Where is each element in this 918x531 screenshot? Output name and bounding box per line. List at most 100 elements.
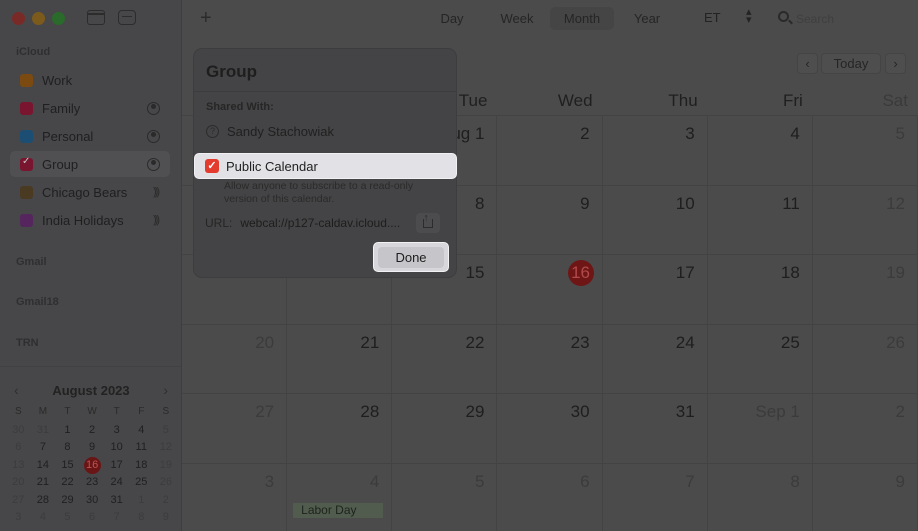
calendar-color-checkbox[interactable] [20, 101, 33, 115]
minimize-window-button[interactable] [32, 12, 45, 25]
day-cell[interactable]: 3 [182, 463, 288, 531]
mini-calendar-day[interactable]: 26 [154, 474, 179, 491]
mini-calendar-day[interactable]: 30 [6, 422, 31, 439]
public-calendar-option[interactable]: ✓ Public Calendar [194, 153, 457, 179]
mini-calendar-day[interactable]: 12 [154, 439, 179, 456]
sidebar-calendar-group[interactable]: ✓ Group [10, 151, 170, 177]
search-input[interactable] [796, 9, 906, 29]
timezone-stepper[interactable]: ▴ ▾ [746, 7, 752, 26]
calendar-color-checkbox[interactable] [20, 213, 33, 227]
mini-calendar-day[interactable]: 14 [31, 457, 56, 474]
share-url-button[interactable] [416, 212, 441, 233]
day-cell[interactable]: 2 [812, 394, 918, 464]
calendar-color-checkbox[interactable] [20, 129, 33, 143]
mini-calendar-day[interactable]: 31 [104, 492, 129, 509]
day-cell[interactable]: 5 [812, 116, 918, 186]
mini-calendar-day[interactable]: 8 [55, 439, 80, 456]
day-cell[interactable]: 10 [602, 185, 708, 255]
mini-calendar-day[interactable]: 22 [55, 474, 80, 491]
mini-calendar-day[interactable]: 30 [80, 492, 105, 509]
previous-month-button[interactable]: ‹ [797, 53, 818, 74]
mini-calendar-day[interactable]: 24 [104, 474, 129, 491]
mini-calendar-day[interactable]: 1 [129, 492, 154, 509]
done-button[interactable]: Done [378, 246, 444, 268]
mini-calendar-day[interactable]: 10 [104, 439, 129, 456]
day-cell[interactable]: 16 [497, 255, 603, 325]
sidebar-calendar-work[interactable]: Work [10, 67, 170, 93]
day-cell[interactable]: 7 [603, 463, 708, 531]
day-cell[interactable]: 20 [182, 324, 288, 394]
day-cell[interactable]: 30 [497, 394, 603, 464]
mini-calendar-day[interactable]: 27 [6, 492, 31, 509]
day-cell[interactable]: 4 [707, 116, 813, 186]
event-labor-day[interactable]: Labor Day [293, 502, 384, 518]
day-cell[interactable]: 26 [812, 324, 918, 394]
day-cell[interactable]: 2 [497, 116, 603, 186]
mini-calendar-day[interactable]: 21 [31, 474, 56, 491]
mini-calendar-day[interactable]: 16 [80, 456, 105, 474]
day-cell[interactable]: 11 [707, 185, 813, 255]
mini-calendar-day[interactable]: 2 [80, 422, 105, 439]
mini-calendar-day[interactable]: 31 [31, 422, 56, 439]
mini-calendar-day[interactable]: 23 [80, 474, 105, 491]
calendar-color-checkbox[interactable] [20, 185, 33, 199]
sidebar-calendar-family[interactable]: Family [10, 95, 170, 121]
day-cell[interactable]: 4 Labor Day [287, 463, 393, 531]
mini-calendar-day[interactable]: 28 [31, 492, 56, 509]
day-cell[interactable]: 28 [287, 394, 393, 464]
mini-calendar-day[interactable]: 13 [6, 457, 31, 474]
public-calendar-checkbox[interactable]: ✓ [205, 159, 219, 173]
mini-calendar-day[interactable]: 4 [129, 422, 154, 439]
mini-calendar-day[interactable]: 8 [129, 509, 154, 526]
mini-calendar-day[interactable]: 25 [129, 474, 154, 491]
mini-calendar-day[interactable]: 9 [80, 439, 105, 456]
close-window-button[interactable] [12, 12, 25, 25]
day-cell[interactable]: 21 [287, 324, 393, 394]
calendar-list-icon[interactable] [87, 10, 105, 25]
day-cell[interactable]: 24 [602, 324, 708, 394]
mini-calendar-today[interactable]: 16 [83, 456, 101, 474]
account-gmail[interactable]: Gmail [16, 256, 47, 268]
view-month-tab[interactable]: Month [550, 7, 614, 30]
mini-calendar-day[interactable]: 19 [154, 457, 179, 474]
sidebar-calendar-india-holidays[interactable]: India Holidays))) [10, 207, 170, 233]
mini-calendar-day[interactable]: 17 [104, 457, 129, 474]
day-cell[interactable]: 18 [707, 255, 813, 325]
mini-calendar-day[interactable]: 3 [6, 509, 31, 526]
day-cell[interactable]: 23 [497, 324, 603, 394]
mini-calendar-day[interactable]: 7 [104, 509, 129, 526]
day-cell[interactable]: 27 [182, 394, 288, 464]
sidebar-calendar-chicago-bears[interactable]: Chicago Bears))) [10, 179, 170, 205]
mini-calendar-day[interactable]: 4 [31, 509, 56, 526]
mini-calendar-day[interactable]: 2 [154, 492, 179, 509]
zoom-window-button[interactable] [52, 12, 65, 25]
day-cell[interactable]: 12 [812, 185, 918, 255]
day-cell[interactable]: 3 [602, 116, 708, 186]
mini-calendar-day[interactable]: 15 [55, 457, 80, 474]
mini-calendar-day[interactable]: 18 [129, 457, 154, 474]
mini-calendar-day[interactable]: 7 [31, 439, 56, 456]
shared-calendar-icon[interactable] [147, 157, 160, 171]
account-trn[interactable]: TRN [16, 337, 39, 349]
day-cell[interactable]: 9 [813, 463, 918, 531]
day-cell[interactable]: 5 [392, 463, 498, 531]
add-event-button[interactable]: + [200, 7, 212, 30]
mini-calendar-day[interactable]: 3 [104, 422, 129, 439]
mini-calendar-day[interactable]: 20 [6, 474, 31, 491]
today-button[interactable]: Today [821, 53, 881, 74]
day-cell[interactable]: 25 [707, 324, 813, 394]
mini-calendar-next-button[interactable]: › [163, 382, 168, 398]
view-day-tab[interactable]: Day [430, 7, 474, 30]
next-month-button[interactable]: › [885, 53, 906, 74]
shared-calendar-icon[interactable] [147, 101, 160, 115]
day-cell[interactable]: 8 [708, 463, 813, 531]
url-value[interactable]: webcal://p127-caldav.icloud.... [240, 216, 410, 230]
mini-calendar-day[interactable]: 6 [6, 439, 31, 456]
mini-calendar-day[interactable]: 6 [80, 509, 105, 526]
mini-calendar-day[interactable]: 5 [154, 422, 179, 439]
view-year-tab[interactable]: Year [624, 7, 670, 30]
mini-calendar-day[interactable]: 9 [154, 509, 179, 526]
day-cell[interactable]: 6 [497, 463, 603, 531]
view-week-tab[interactable]: Week [492, 7, 542, 30]
shared-calendar-icon[interactable] [147, 129, 160, 143]
